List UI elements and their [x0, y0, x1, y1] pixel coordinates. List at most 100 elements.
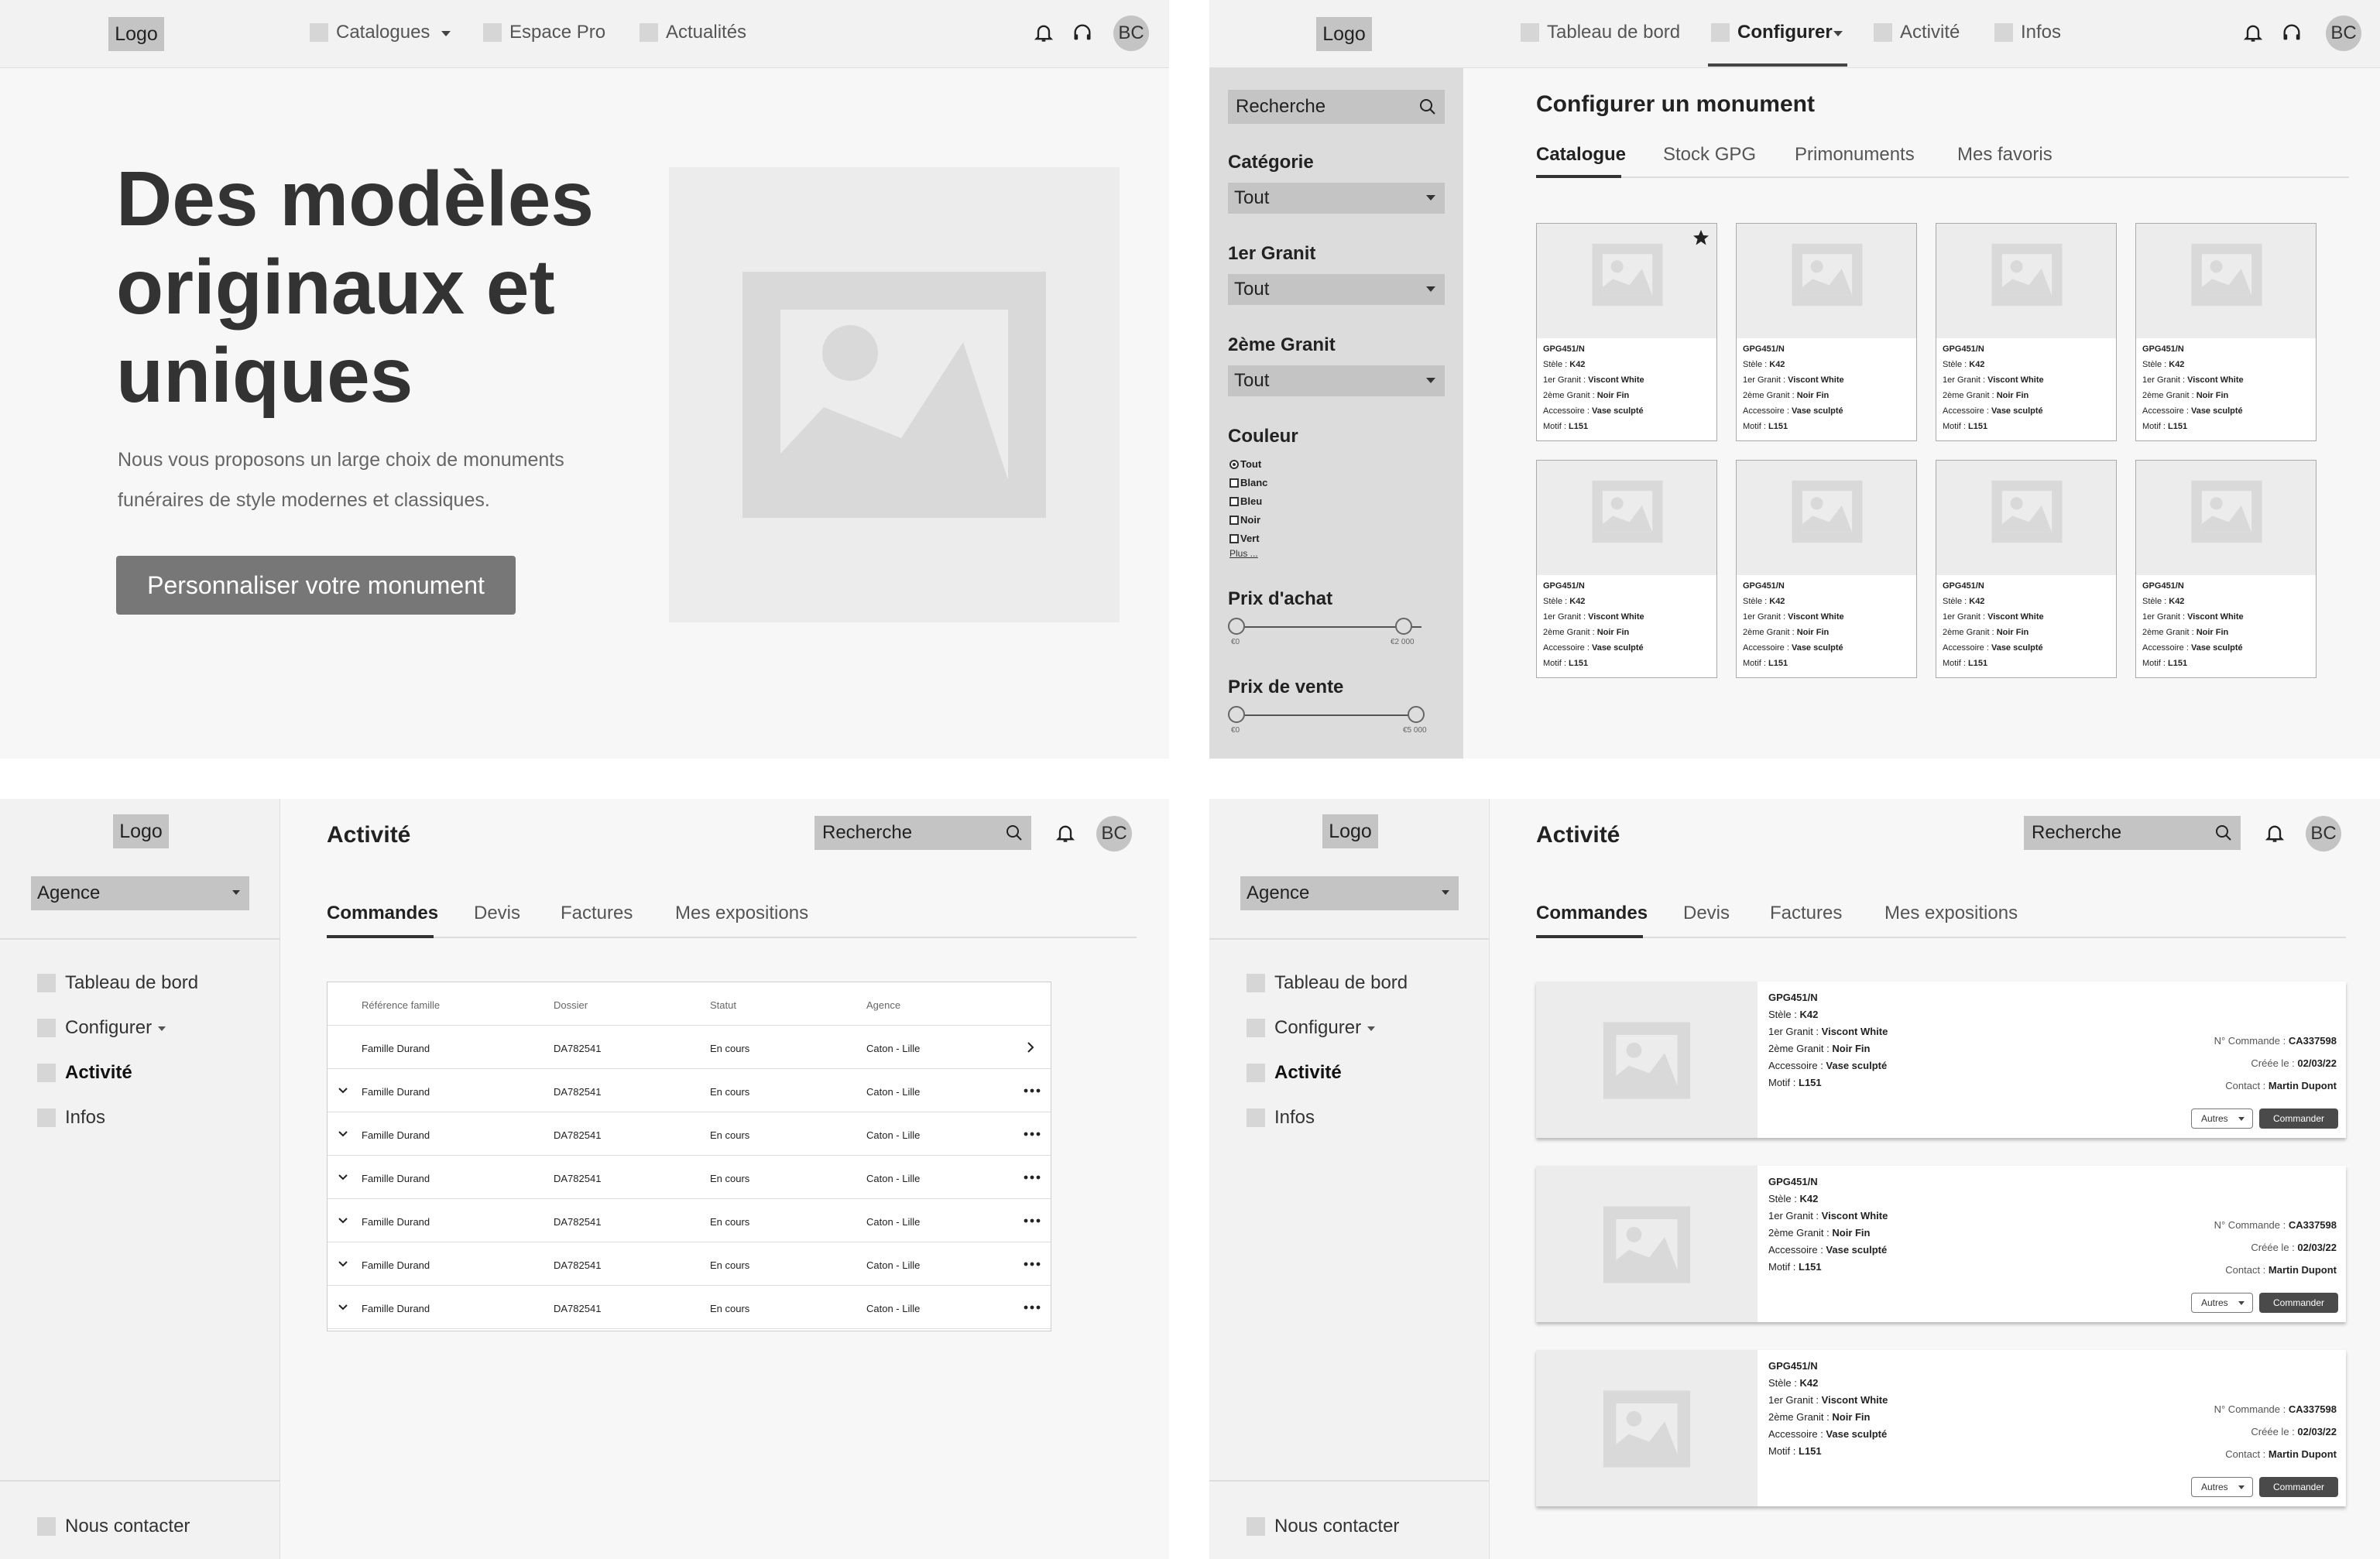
sidebar-item-tableau-de-bord[interactable]: Tableau de bord	[65, 972, 198, 994]
sidebar-item-activite[interactable]: Activité	[1274, 1062, 1342, 1084]
prix-achat-min-handle[interactable]	[1228, 618, 1245, 635]
table-row[interactable]: Famille Durand DA782541 En cours Caton - Li…	[328, 1112, 1051, 1156]
more-options-icon[interactable]	[1023, 1300, 1041, 1315]
chevron-down-icon[interactable]	[337, 1171, 349, 1184]
user-avatar[interactable]: BC	[2306, 816, 2341, 851]
table-row[interactable]: Famille Durand DA782541 En cours Caton - Li…	[328, 1242, 1051, 1286]
product-card[interactable]: GPG451/N Stèle : K42 1er Granit : Viscont …	[1536, 223, 1717, 441]
sidebar-item-tableau-de-bord[interactable]: Tableau de bord	[1274, 972, 1408, 994]
search-input[interactable]: Recherche	[1236, 96, 1325, 118]
chevron-down-icon[interactable]	[337, 1258, 349, 1270]
prix-vente-min-handle[interactable]	[1228, 706, 1245, 723]
chevron-down-icon[interactable]	[337, 1215, 349, 1227]
search-box[interactable]: Recherche	[2024, 816, 2241, 850]
more-options-icon[interactable]	[1023, 1256, 1041, 1272]
commander-button[interactable]: Commander	[2259, 1108, 2338, 1129]
agence-select[interactable]: Agence	[31, 876, 249, 910]
user-avatar[interactable]: BC	[2326, 15, 2361, 51]
header-agence[interactable]: Agence	[866, 999, 900, 1011]
chevron-down-icon[interactable]	[1833, 31, 1843, 36]
tab-mes-favoris[interactable]: Mes favoris	[1957, 144, 2052, 166]
search-input[interactable]: Recherche	[2032, 822, 2121, 844]
order-card[interactable]: GPG451/N Stèle : K42 1er Granit : Viscont …	[1536, 982, 2346, 1138]
tab-commandes[interactable]: Commandes	[327, 903, 438, 924]
nav-espace-pro[interactable]: Espace Pro	[509, 22, 605, 43]
autres-dropdown-button[interactable]: Autres	[2191, 1477, 2253, 1497]
headset-icon[interactable]	[2281, 22, 2303, 43]
sidebar-item-configurer[interactable]: Configurer	[65, 1017, 152, 1039]
tab-devis[interactable]: Devis	[1683, 903, 1730, 924]
prix-vente-slider[interactable]	[1236, 714, 1421, 716]
chevron-down-icon[interactable]	[337, 1301, 349, 1314]
couleur-option-tout[interactable]: Tout	[1229, 458, 1261, 470]
order-card[interactable]: GPG451/N Stèle : K42 1er Granit : Viscont …	[1536, 1350, 2346, 1506]
couleur-option-vert[interactable]: Vert	[1229, 533, 1260, 544]
search-icon[interactable]	[1005, 824, 1024, 842]
nav-tableau-de-bord[interactable]: Tableau de bord	[1547, 22, 1680, 43]
autres-dropdown-button[interactable]: Autres	[2191, 1108, 2253, 1129]
table-row[interactable]: Famille Durand DA782541 En cours Caton - Li…	[328, 1026, 1051, 1069]
tab-factures[interactable]: Factures	[1770, 903, 1842, 924]
chevron-down-icon[interactable]	[158, 1026, 166, 1031]
tab-primonuments[interactable]: Primonuments	[1795, 144, 1915, 166]
product-card[interactable]: GPG451/N Stèle : K42 1er Granit : Viscont …	[1936, 460, 2117, 678]
couleur-more-link[interactable]: Plus ...	[1229, 548, 1258, 559]
star-icon[interactable]	[1692, 228, 1710, 247]
logo[interactable]: Logo	[1322, 814, 1378, 848]
bell-icon[interactable]	[1055, 822, 1076, 844]
table-row[interactable]: Famille Durand DA782541 En cours Caton - Li…	[328, 1069, 1051, 1112]
commander-button[interactable]: Commander	[2259, 1477, 2338, 1497]
couleur-option-blanc[interactable]: Blanc	[1229, 477, 1267, 488]
header-statut[interactable]: Statut	[710, 999, 736, 1011]
nous-contacter-link[interactable]: Nous contacter	[65, 1516, 190, 1537]
search-input[interactable]: Recherche	[822, 822, 912, 844]
chevron-down-icon[interactable]	[337, 1128, 349, 1140]
agence-select[interactable]: Agence	[1240, 876, 1459, 910]
bell-icon[interactable]	[1033, 22, 1055, 43]
product-card[interactable]: GPG451/N Stèle : K42 1er Granit : Viscont …	[1536, 460, 1717, 678]
logo[interactable]: Logo	[108, 17, 164, 51]
couleur-option-noir[interactable]: Noir	[1229, 514, 1260, 526]
tab-factures[interactable]: Factures	[561, 903, 633, 924]
tab-devis[interactable]: Devis	[474, 903, 520, 924]
product-card[interactable]: GPG451/N Stèle : K42 1er Granit : Viscont …	[1736, 460, 1917, 678]
chevron-down-icon[interactable]	[441, 31, 451, 36]
chevron-down-icon[interactable]	[1367, 1026, 1375, 1031]
couleur-option-bleu[interactable]: Bleu	[1229, 495, 1262, 507]
sidebar-item-activite[interactable]: Activité	[65, 1062, 132, 1084]
product-card[interactable]: GPG451/N Stèle : K42 1er Granit : Viscont …	[2135, 460, 2317, 678]
table-row[interactable]: Famille Durand DA782541 En cours Caton - Li…	[328, 1286, 1051, 1329]
commander-button[interactable]: Commander	[2259, 1293, 2338, 1313]
header-reference-famille[interactable]: Référence famille	[362, 999, 440, 1011]
categorie-select[interactable]: Tout	[1228, 183, 1445, 214]
tab-mes-expositions[interactable]: Mes expositions	[1884, 903, 2018, 924]
tab-commandes[interactable]: Commandes	[1536, 903, 1648, 924]
more-options-icon[interactable]	[1023, 1083, 1041, 1098]
user-avatar[interactable]: BC	[1113, 15, 1149, 51]
nav-actualites[interactable]: Actualités	[666, 22, 746, 43]
granit2-select[interactable]: Tout	[1228, 365, 1445, 396]
tab-catalogue[interactable]: Catalogue	[1536, 144, 1626, 166]
chevron-right-icon[interactable]	[1023, 1040, 1038, 1055]
product-card[interactable]: GPG451/N Stèle : K42 1er Granit : Viscont …	[1736, 223, 1917, 441]
search-icon[interactable]	[2214, 824, 2233, 842]
nav-activite[interactable]: Activité	[1900, 22, 1960, 43]
search-box[interactable]: Recherche	[814, 816, 1031, 850]
prix-achat-slider[interactable]	[1236, 626, 1421, 628]
more-options-icon[interactable]	[1023, 1213, 1041, 1228]
bell-icon[interactable]	[2242, 22, 2264, 43]
product-card[interactable]: GPG451/N Stèle : K42 1er Granit : Viscont …	[2135, 223, 2317, 441]
bell-icon[interactable]	[2264, 822, 2286, 844]
sidebar-item-configurer[interactable]: Configurer	[1274, 1017, 1361, 1039]
search-box[interactable]: Recherche	[1228, 90, 1445, 124]
more-options-icon[interactable]	[1023, 1170, 1041, 1185]
nav-configurer[interactable]: Configurer	[1737, 22, 1833, 43]
chevron-down-icon[interactable]	[337, 1084, 349, 1097]
logo[interactable]: Logo	[1316, 17, 1372, 51]
user-avatar[interactable]: BC	[1096, 816, 1132, 851]
granit1-select[interactable]: Tout	[1228, 274, 1445, 305]
order-card[interactable]: GPG451/N Stèle : K42 1er Granit : Viscont …	[1536, 1166, 2346, 1322]
tab-stock-gpg[interactable]: Stock GPG	[1663, 144, 1756, 166]
headset-icon[interactable]	[1072, 22, 1093, 43]
autres-dropdown-button[interactable]: Autres	[2191, 1293, 2253, 1313]
